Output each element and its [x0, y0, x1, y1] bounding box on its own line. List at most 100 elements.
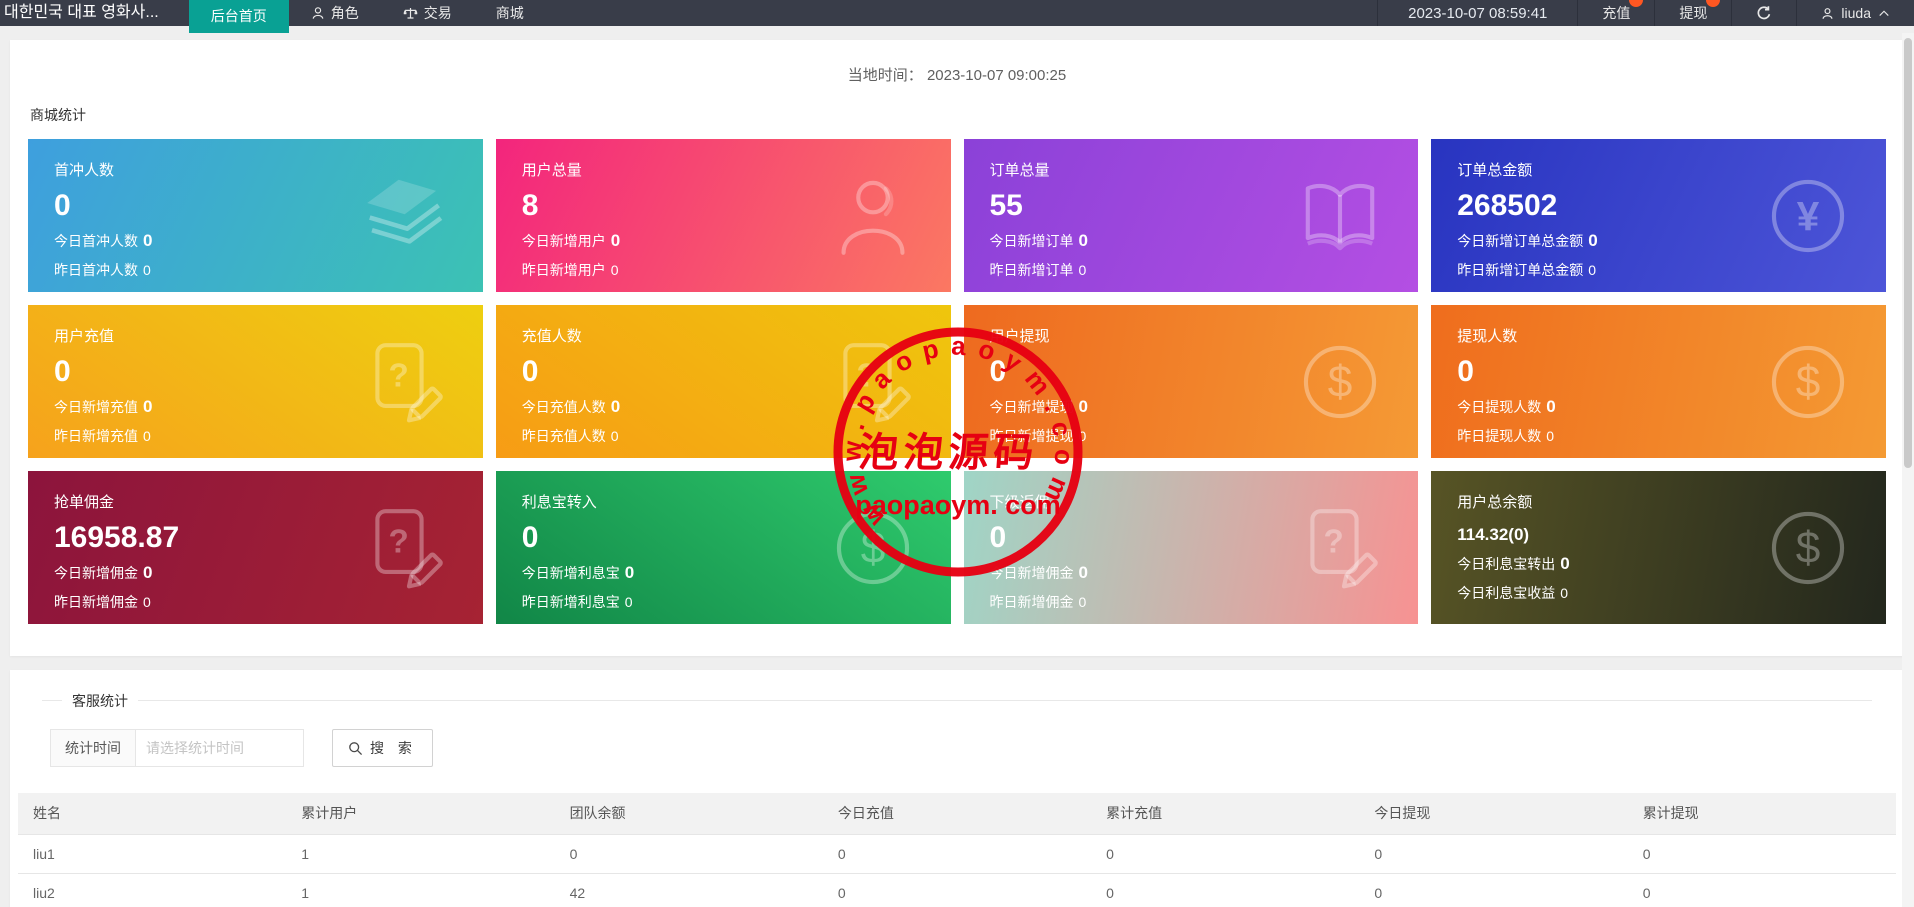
- yesterday-value: 0: [1078, 262, 1087, 278]
- today-label: 今日利息宝转出: [1457, 555, 1556, 572]
- user-icon: [827, 170, 919, 262]
- today-label: 今日新增订单总金额: [1457, 233, 1584, 249]
- recharge-menu-item[interactable]: 充值: [1577, 0, 1654, 26]
- today-value: 0: [143, 397, 153, 416]
- yesterday-value: 0: [143, 428, 151, 444]
- scrollbar[interactable]: [1902, 33, 1914, 907]
- stat-card-user-recharge: 用户充值 0 今日新增充值 0 昨日新增充值 0: [28, 305, 483, 458]
- withdraw-label: 提现: [1679, 5, 1708, 21]
- stat-card-recharge-users: 充值人数 0 今日充值人数 0 昨日充值人数 0: [495, 305, 951, 458]
- cell-total-users: 1: [286, 834, 555, 874]
- stat-card-yesterday-line: 昨日新增订单 0: [990, 260, 1393, 280]
- username: liuda: [1841, 5, 1871, 21]
- yesterday-value: 0: [610, 262, 619, 278]
- cell-today-recharge: 0: [822, 873, 1092, 907]
- cell-total-withdraw: 0: [1627, 873, 1896, 907]
- col-header-total-users: 累计用户: [286, 793, 555, 835]
- top-navbar: 대한민국 대표 영화사... 后台首页 角色 交易 商城 2023-10-07 …: [0, 0, 1914, 33]
- col-header-today-recharge: 今日充值: [822, 793, 1092, 835]
- cell-total-recharge: 0: [1091, 834, 1360, 874]
- today-value: 0: [1546, 397, 1556, 416]
- yesterday-value: 0: [143, 262, 151, 278]
- yesterday-label: 昨日新增用户: [521, 262, 606, 278]
- yesterday-label: 今日利息宝收益: [1457, 584, 1556, 601]
- yesterday-label: 昨日新增订单总金额: [1457, 262, 1584, 278]
- today-value: 0: [1588, 231, 1598, 250]
- col-header-name: 姓名: [18, 793, 287, 835]
- nav-tab-roles[interactable]: 角色: [289, 0, 381, 26]
- withdraw-badge: [1706, 0, 1721, 7]
- nav-tab-label: 角色: [330, 5, 359, 21]
- chevron-up-icon: [1879, 10, 1889, 16]
- stat-card-user-balance: 用户总余额 114.32(0) 今日利息宝转出 0 今日利息宝收益 0: [1431, 471, 1886, 624]
- today-label: 今日新增订单: [989, 233, 1074, 249]
- nav-tab-dashboard[interactable]: 后台首页: [188, 0, 289, 33]
- stat-cards-grid: 首冲人数 0 今日首冲人数 0 昨日首冲人数 0 用户总量 8 今日新增用户 0 昨日…: [28, 139, 1886, 624]
- search-button[interactable]: 搜 索: [332, 729, 433, 767]
- search-icon: [349, 741, 363, 755]
- yesterday-label: 昨日新增利息宝: [521, 594, 620, 610]
- site-title: 대한민국 대표 영화사...: [4, 4, 159, 21]
- user-menu[interactable]: liuda: [1796, 0, 1914, 26]
- today-label: 今日新增充值: [54, 399, 138, 415]
- yesterday-value: 0: [1546, 428, 1555, 444]
- book-icon: [1294, 170, 1386, 262]
- today-value: 0: [143, 563, 153, 582]
- yen-circle-icon: [1762, 170, 1854, 262]
- today-label: 今日新增佣金: [989, 565, 1074, 581]
- cell-team-balance: 0: [554, 834, 823, 874]
- stat-card-total-orders: 订单总量 55 今日新增订单 0 昨日新增订单 0: [963, 139, 1419, 292]
- service-panel: 客服统计 统计时间 搜 索 姓名 累计用户 团队余额 今日充值 累计充值 今日提…: [10, 670, 1904, 907]
- yesterday-label: 昨日首冲人数: [54, 262, 138, 278]
- col-header-today-withdraw: 今日提现: [1359, 793, 1628, 835]
- dollar-circle-icon: [827, 502, 919, 594]
- today-label: 今日新增用户: [521, 233, 606, 249]
- scrollbar-thumb[interactable]: [1904, 38, 1912, 468]
- yesterday-label: 昨日新增提现: [989, 428, 1074, 444]
- yesterday-value: 0: [610, 428, 619, 444]
- dollar-circle-icon: [1294, 336, 1386, 428]
- stat-card-yesterday-line: 昨日新增提现 0: [990, 426, 1393, 446]
- nav-tabs: 后台首页 角色 交易 商城: [188, 0, 546, 33]
- mall-stats-title: 商城统计: [30, 107, 86, 123]
- today-label: 今日新增佣金: [54, 565, 138, 581]
- cell-total-withdraw: 0: [1627, 834, 1896, 874]
- recharge-badge: [1629, 0, 1644, 7]
- table-row: liu1 1 0 0 0 0 0: [18, 834, 1896, 874]
- layers-icon: [359, 170, 451, 262]
- nav-tab-mall[interactable]: 商城: [474, 0, 546, 26]
- stat-card-yesterday-line: 昨日充值人数 0: [522, 426, 925, 446]
- time-range-input[interactable]: [136, 729, 304, 767]
- yesterday-value: 0: [1078, 428, 1087, 444]
- today-label: 今日新增提现: [989, 399, 1074, 415]
- order-pad-icon: [1294, 502, 1386, 594]
- nav-tab-trade[interactable]: 交易: [381, 0, 474, 26]
- today-value: 0: [610, 231, 621, 250]
- time-label: 统计时间: [50, 729, 136, 767]
- stat-card-order-amount: 订单总金额 268502 今日新增订单总金额 0 昨日新增订单总金额 0: [1431, 139, 1886, 292]
- yesterday-label: 昨日新增佣金: [989, 594, 1074, 610]
- col-header-total-withdraw: 累计提现: [1627, 793, 1896, 835]
- yesterday-label: 昨日新增佣金: [54, 594, 138, 610]
- withdraw-menu-item[interactable]: 提现: [1654, 0, 1731, 26]
- today-value: 0: [143, 231, 153, 250]
- stat-card-order-commission: 抢单佣金 16958.87 今日新增佣金 0 昨日新增佣金 0: [28, 471, 483, 624]
- person-icon: [312, 7, 324, 19]
- cell-name: liu1: [18, 834, 287, 874]
- cell-today-recharge: 0: [822, 834, 1092, 874]
- yesterday-value: 0: [624, 594, 633, 610]
- local-time-label: 当地时间：: [847, 67, 923, 84]
- user-avatar-icon: [1822, 7, 1833, 19]
- today-value: 0: [1078, 231, 1088, 250]
- yesterday-value: 0: [143, 594, 151, 610]
- today-value: 0: [1078, 397, 1088, 416]
- yesterday-label: 昨日新增订单: [989, 262, 1074, 278]
- stat-card-yesterday-line: 昨日首冲人数 0: [54, 260, 457, 280]
- stat-card-sub-commission: 下级返佣 0 今日新增佣金 0 昨日新增佣金 0: [963, 471, 1419, 624]
- today-value: 0: [624, 563, 635, 582]
- table-header-row: 姓名 累计用户 团队余额 今日充值 累计充值 今日提现 累计提现: [18, 793, 1896, 835]
- dollar-circle-icon: [1762, 502, 1854, 594]
- col-header-total-recharge: 累计充值: [1091, 793, 1360, 835]
- refresh-button[interactable]: [1731, 0, 1796, 26]
- local-time-value: 2023-10-07 09:00:25: [926, 67, 1067, 84]
